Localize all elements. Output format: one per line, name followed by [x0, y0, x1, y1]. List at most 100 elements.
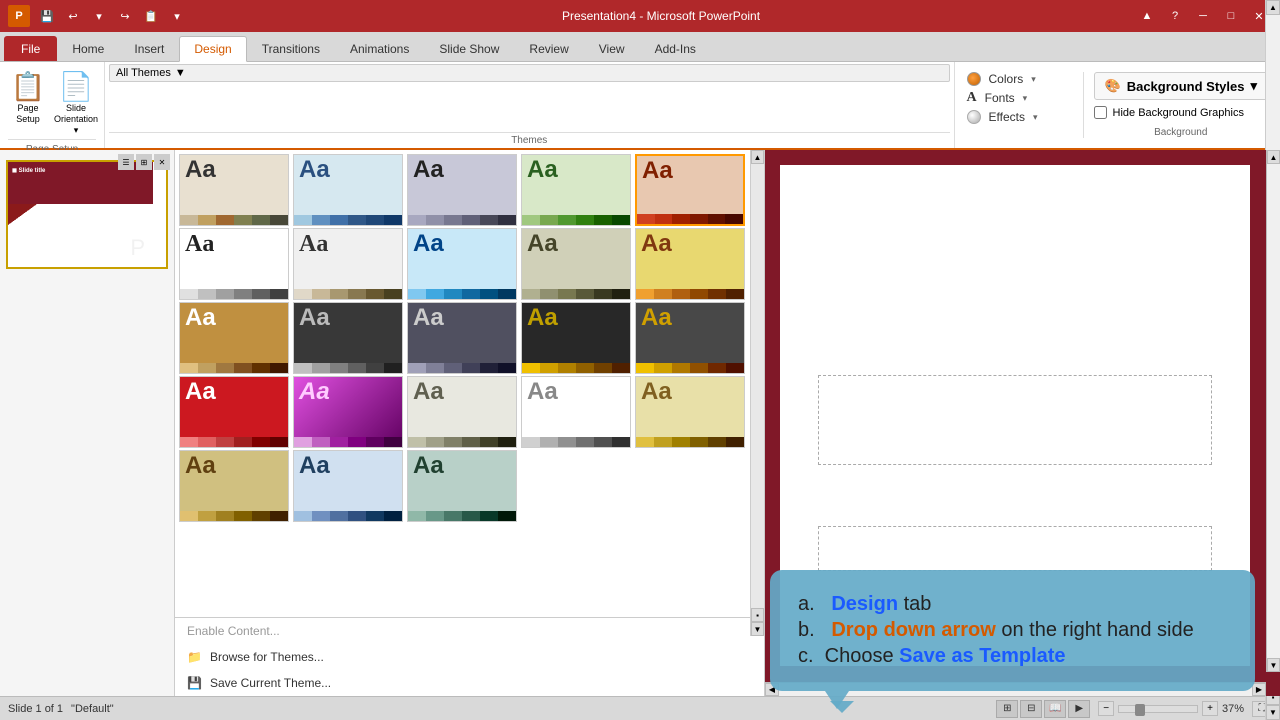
tooltip-b-prefix: b. [798, 619, 826, 641]
theme-item-t9[interactable]: Aa [521, 228, 631, 300]
save-quick-btn[interactable]: 💾 [36, 6, 58, 26]
browse-themes-item[interactable]: 📁 Browse for Themes... [175, 644, 764, 670]
fonts-arrow: ▾ [1023, 93, 1028, 104]
tab-home[interactable]: Home [57, 36, 119, 61]
slide-sorter-btn[interactable]: ⊟ [1020, 700, 1042, 718]
page-setup-buttons: 📋 PageSetup 📄 SlideOrientation ▾ [6, 66, 98, 139]
canvas-scroll-up[interactable]: ▲ [1267, 150, 1280, 164]
tab-addins[interactable]: Add-Ins [640, 36, 711, 61]
theme-item-t11[interactable]: Aa [179, 302, 289, 374]
theme-item-t15[interactable]: Aa [635, 302, 745, 374]
qa-dropdown-btn[interactable]: ▾ [166, 6, 188, 26]
tab-slideshow[interactable]: Slide Show [424, 36, 514, 61]
tab-view[interactable]: View [584, 36, 640, 61]
undo-btn[interactable]: ↩ [62, 6, 84, 26]
gallery-scroll-thumb[interactable]: ▪ [751, 608, 764, 622]
chevron-up-btn[interactable]: ▲ [1134, 6, 1160, 26]
themes-scroll-down[interactable]: ▼ [1266, 705, 1280, 720]
gallery-scroll-down[interactable]: ▼ [751, 622, 764, 636]
theme-item-t1[interactable]: Aa [179, 154, 289, 226]
theme-strip-t14 [522, 363, 630, 373]
tab-transitions[interactable]: Transitions [247, 36, 335, 61]
page-setup-btn[interactable]: 📋 PageSetup [6, 66, 50, 139]
zoom-slider[interactable] [1118, 705, 1198, 713]
tab-insert[interactable]: Insert [119, 36, 179, 61]
panel-list-btn[interactable]: ⊞ [136, 154, 152, 170]
theme-strip-t22 [294, 511, 402, 521]
redo-btn[interactable]: ↪ [114, 6, 136, 26]
theme-strip-t1 [180, 215, 288, 225]
theme-aa-t7: Aa [294, 229, 402, 259]
status-left: Slide 1 of 1 "Default" [8, 703, 114, 715]
more-qa-btn[interactable]: 📋 [140, 6, 162, 26]
save-theme-item[interactable]: 💾 Save Current Theme... [175, 670, 764, 696]
theme-item-t2[interactable]: Aa [293, 154, 403, 226]
minimize-btn[interactable]: ─ [1190, 6, 1216, 26]
theme-item-t3[interactable]: Aa [407, 154, 517, 226]
zoom-slider-thumb[interactable] [1135, 704, 1145, 716]
view-buttons: ⊞ ⊟ 📖 ▶ [996, 700, 1090, 718]
background-group-label: Background [1094, 127, 1268, 138]
theme-item-t10[interactable]: Aa [635, 228, 745, 300]
slide-orientation-btn[interactable]: 📄 SlideOrientation ▾ [54, 66, 98, 139]
theme-strip-t3 [408, 215, 516, 225]
slide-thumbnail[interactable]: ◼ Slide title P [6, 160, 168, 269]
theme-item-t17[interactable]: Aa [293, 376, 403, 448]
theme-item-t19[interactable]: Aa [521, 376, 631, 448]
enable-content-item[interactable]: Enable Content... [175, 618, 764, 644]
tab-file[interactable]: File [4, 36, 57, 61]
zoom-in-btn[interactable]: + [1202, 701, 1218, 716]
effects-btn[interactable]: Effects [989, 110, 1025, 124]
reading-view-btn[interactable]: 📖 [1044, 700, 1066, 718]
theme-item-t4[interactable]: Aa [521, 154, 631, 226]
hide-bg-checkbox[interactable] [1094, 106, 1107, 119]
theme-item-t23[interactable]: Aa [407, 450, 517, 522]
fonts-btn[interactable]: Fonts [985, 91, 1015, 105]
themes-gallery-area: All Themes ▼ ▲ ▪ ▼ Themes [105, 62, 954, 148]
panel-view-btn[interactable]: ☰ [118, 154, 134, 170]
tab-animations[interactable]: Animations [335, 36, 424, 61]
theme-item-t12[interactable]: Aa [293, 302, 403, 374]
background-styles-btn[interactable]: 🎨 Background Styles ▾ [1094, 72, 1268, 100]
help-btn[interactable]: ? [1162, 6, 1188, 26]
tooltip-design-highlight: Design [831, 593, 898, 615]
theme-item-t6[interactable]: Aa [179, 228, 289, 300]
theme-item-t18[interactable]: Aa [407, 376, 517, 448]
tab-design[interactable]: Design [179, 36, 246, 62]
themes-filter-arrow: ▼ [175, 67, 186, 79]
theme-item-t5[interactable]: Aa [635, 154, 745, 226]
normal-view-btn[interactable]: ⊞ [996, 700, 1018, 718]
tab-review[interactable]: Review [514, 36, 583, 61]
gallery-scroll-up[interactable]: ▲ [751, 150, 764, 164]
canvas-scroll-right[interactable]: ▶ [1252, 683, 1266, 696]
theme-strip-t23 [408, 511, 516, 521]
theme-strip-t13 [408, 363, 516, 373]
slide-item-1: 1 ◼ Slide title P [6, 160, 168, 269]
zoom-out-btn[interactable]: − [1098, 701, 1114, 716]
theme-item-t21[interactable]: Aa [179, 450, 289, 522]
theme-item-t22[interactable]: Aa [293, 450, 403, 522]
slide-title-placeholder[interactable] [818, 375, 1213, 465]
theme-item-t20[interactable]: Aa [635, 376, 745, 448]
theme-item-t16[interactable]: Aa [179, 376, 289, 448]
theme-item-t14[interactable]: Aa [521, 302, 631, 374]
tooltip-line-a: a. Design tab [798, 593, 1227, 616]
theme-item-t8[interactable]: Aa [407, 228, 517, 300]
canvas-scroll-down[interactable]: ▼ [1267, 658, 1280, 672]
panel-close-btn[interactable]: ✕ [154, 154, 170, 170]
maximize-btn[interactable]: □ [1218, 6, 1244, 26]
themes-scroll-up[interactable]: ▲ [1266, 0, 1280, 15]
slideshow-btn[interactable]: ▶ [1068, 700, 1090, 718]
colors-btn[interactable]: Colors [989, 72, 1024, 86]
browse-icon: 📁 [187, 650, 202, 664]
slide-content-placeholder[interactable] [818, 526, 1213, 571]
themes-filter-btn[interactable]: All Themes ▼ [109, 64, 950, 82]
theme-strip-t20 [636, 437, 744, 447]
canvas-v-scrollbar: ▲ ▼ [1266, 150, 1280, 672]
theme-item-t13[interactable]: Aa [407, 302, 517, 374]
themes-group-label: Themes [109, 132, 950, 146]
gallery-scrollbar: ▲ ▪ ▼ [750, 150, 764, 636]
undo-arrow-btn[interactable]: ▾ [88, 6, 110, 26]
theme-item-t7[interactable]: Aa [293, 228, 403, 300]
effects-row: Effects ▾ [967, 110, 1067, 124]
